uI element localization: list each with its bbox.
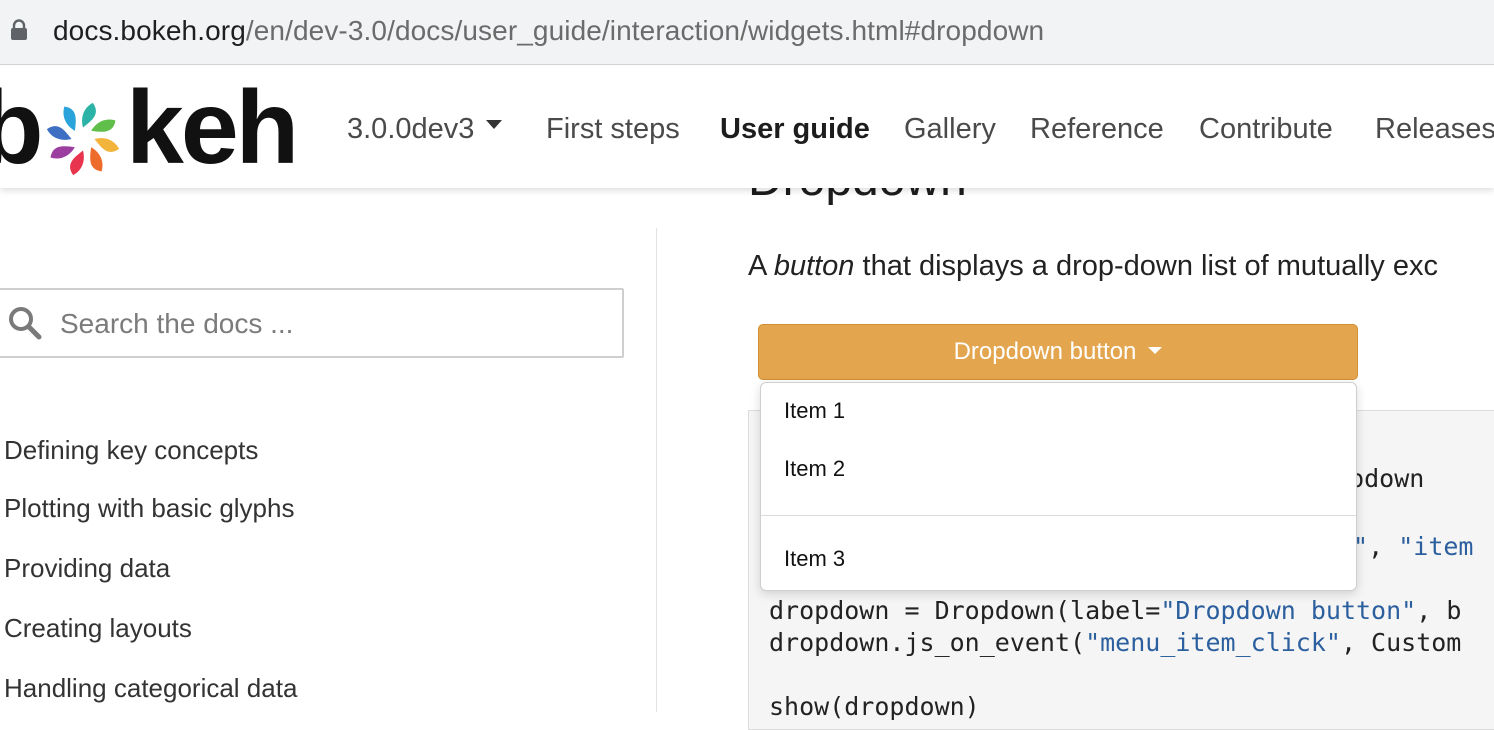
logo-petal <box>82 102 96 128</box>
nav-contribute[interactable]: Contribute <box>1199 112 1333 146</box>
dropdown-item-2[interactable]: Item 2 <box>784 455 845 483</box>
sidebar-link-plotting-basic-glyphs[interactable]: Plotting with basic glyphs <box>4 492 294 524</box>
code-text: , <box>1368 532 1399 561</box>
search-input[interactable] <box>60 304 600 344</box>
logo-petal <box>90 147 103 172</box>
logo-flower-icon <box>46 102 120 176</box>
logo-letter-b: b <box>0 70 44 186</box>
logo-petal <box>63 106 76 131</box>
logo-petal <box>50 146 75 159</box>
dropdown-button-label: Dropdown button <box>953 338 1137 365</box>
sidebar-link-providing-data[interactable]: Providing data <box>4 552 170 584</box>
bokeh-logo[interactable]: b keh bokeh <box>0 70 310 186</box>
nav-releases[interactable]: Releases <box>1375 112 1494 146</box>
code-text: dropdown.js_on_event( <box>769 628 1086 657</box>
dropdown-item-1[interactable]: Item 1 <box>784 397 845 425</box>
code-line-js-event: dropdown.js_on_event("menu_item_click", … <box>769 627 1461 659</box>
nav-gallery[interactable]: Gallery <box>904 112 996 146</box>
code-text: , b <box>1416 596 1462 625</box>
version-dropdown[interactable]: 3.0.0dev3 <box>347 112 503 146</box>
lead-prefix: A <box>748 250 774 282</box>
logo-petal <box>94 138 120 152</box>
sidebar-link-creating-layouts[interactable]: Creating layouts <box>4 612 192 644</box>
sidebar-link-defining-key-concepts[interactable]: Defining key concepts <box>4 434 258 466</box>
url-text[interactable]: docs.bokeh.org/en/dev-3.0/docs/user_guid… <box>53 14 1044 48</box>
nav-user-guide[interactable]: User guide <box>720 112 870 146</box>
top-navbar: b keh bokeh 3.0.0dev3 First steps User g… <box>0 66 1494 188</box>
code-string: "item <box>1398 532 1474 561</box>
caret-down-icon <box>1148 347 1163 355</box>
logo-petal <box>46 126 72 140</box>
search-icon <box>9 307 42 340</box>
chevron-down-icon <box>486 119 503 129</box>
code-line-menu: 2", "item <box>1338 531 1473 563</box>
lead-suffix: that displays a drop-down list of mutual… <box>854 250 1438 282</box>
logo-letters-keh: keh <box>126 70 299 186</box>
code-text: dropdown = Dropdown(label= <box>769 596 1161 625</box>
code-string: "Dropdown button" <box>1160 596 1417 625</box>
code-text: , Custom <box>1340 628 1462 657</box>
code-string: "menu_item_click" <box>1085 628 1341 657</box>
lock-icon[interactable] <box>10 19 28 41</box>
sidebar-link-handling-categorical-data[interactable]: Handling categorical data <box>4 672 297 704</box>
search-box[interactable] <box>0 288 624 358</box>
logo-petal <box>91 119 116 132</box>
code-line-show: show(dropdown) <box>769 692 980 721</box>
code-line-dropdown: dropdown = Dropdown(label="Dropdown butt… <box>769 595 1461 627</box>
dropdown-button[interactable]: Dropdown button <box>758 324 1358 380</box>
dropdown-item-3[interactable]: Item 3 <box>784 545 845 573</box>
dropdown-divider <box>761 515 1356 516</box>
url-host: docs.bokeh.org <box>53 15 246 46</box>
lead-emphasis: button <box>773 250 855 282</box>
url-path: /en/dev-3.0/docs/user_guide/interaction/… <box>245 15 1045 46</box>
lead-paragraph: A button that displays a drop-down list … <box>748 249 1438 283</box>
nav-reference[interactable]: Reference <box>1030 112 1164 146</box>
dropdown-menu: Item 1 Item 2 Item 3 <box>760 382 1357 591</box>
nav-first-steps[interactable]: First steps <box>546 112 680 146</box>
sidebar-divider <box>656 228 657 712</box>
version-label: 3.0.0dev3 <box>347 113 475 145</box>
logo-petal <box>70 150 84 176</box>
browser-url-bar[interactable]: docs.bokeh.org/en/dev-3.0/docs/user_guid… <box>0 0 1494 65</box>
